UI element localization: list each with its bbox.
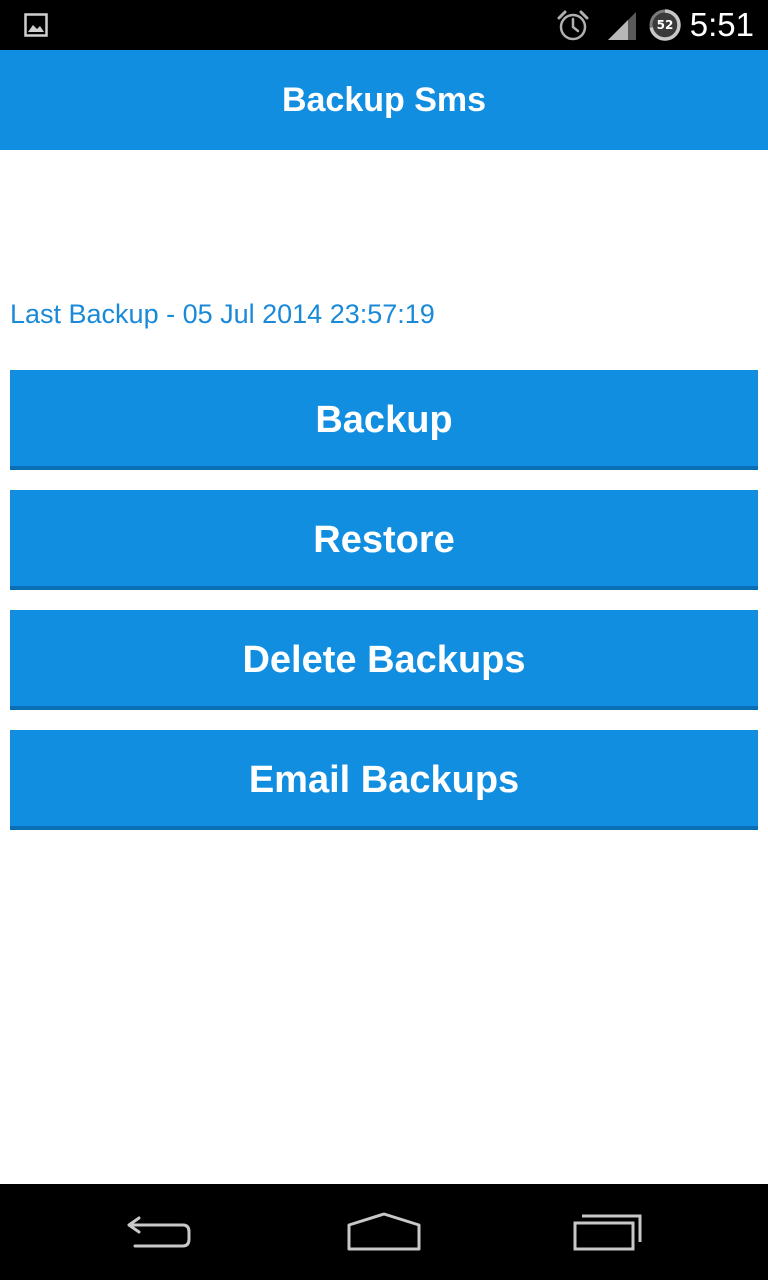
home-icon [347, 1212, 421, 1251]
navigation-bar [0, 1184, 768, 1280]
status-clock: 5:51 [689, 6, 754, 43]
app-bar: Backup Sms [0, 50, 768, 150]
recents-button[interactable] [480, 1184, 736, 1280]
restore-button[interactable]: Restore [10, 490, 758, 590]
last-backup-label: Last Backup - 05 Jul 2014 23:57:19 [10, 299, 435, 329]
app-title: Backup Sms [281, 81, 487, 119]
battery-level-text: 52 [656, 18, 674, 32]
status-bar: 52 5:51 [0, 0, 768, 50]
gallery-icon [24, 13, 48, 37]
signal-icon [608, 12, 636, 40]
home-button[interactable] [256, 1184, 512, 1280]
delete-backups-button[interactable]: Delete Backups [10, 610, 758, 710]
email-backups-button[interactable]: Email Backups [10, 730, 758, 830]
backup-button[interactable]: Backup [10, 370, 758, 470]
back-icon [127, 1216, 191, 1248]
back-button[interactable] [32, 1184, 288, 1280]
recents-icon [573, 1214, 642, 1251]
alarm-icon [557, 10, 589, 41]
